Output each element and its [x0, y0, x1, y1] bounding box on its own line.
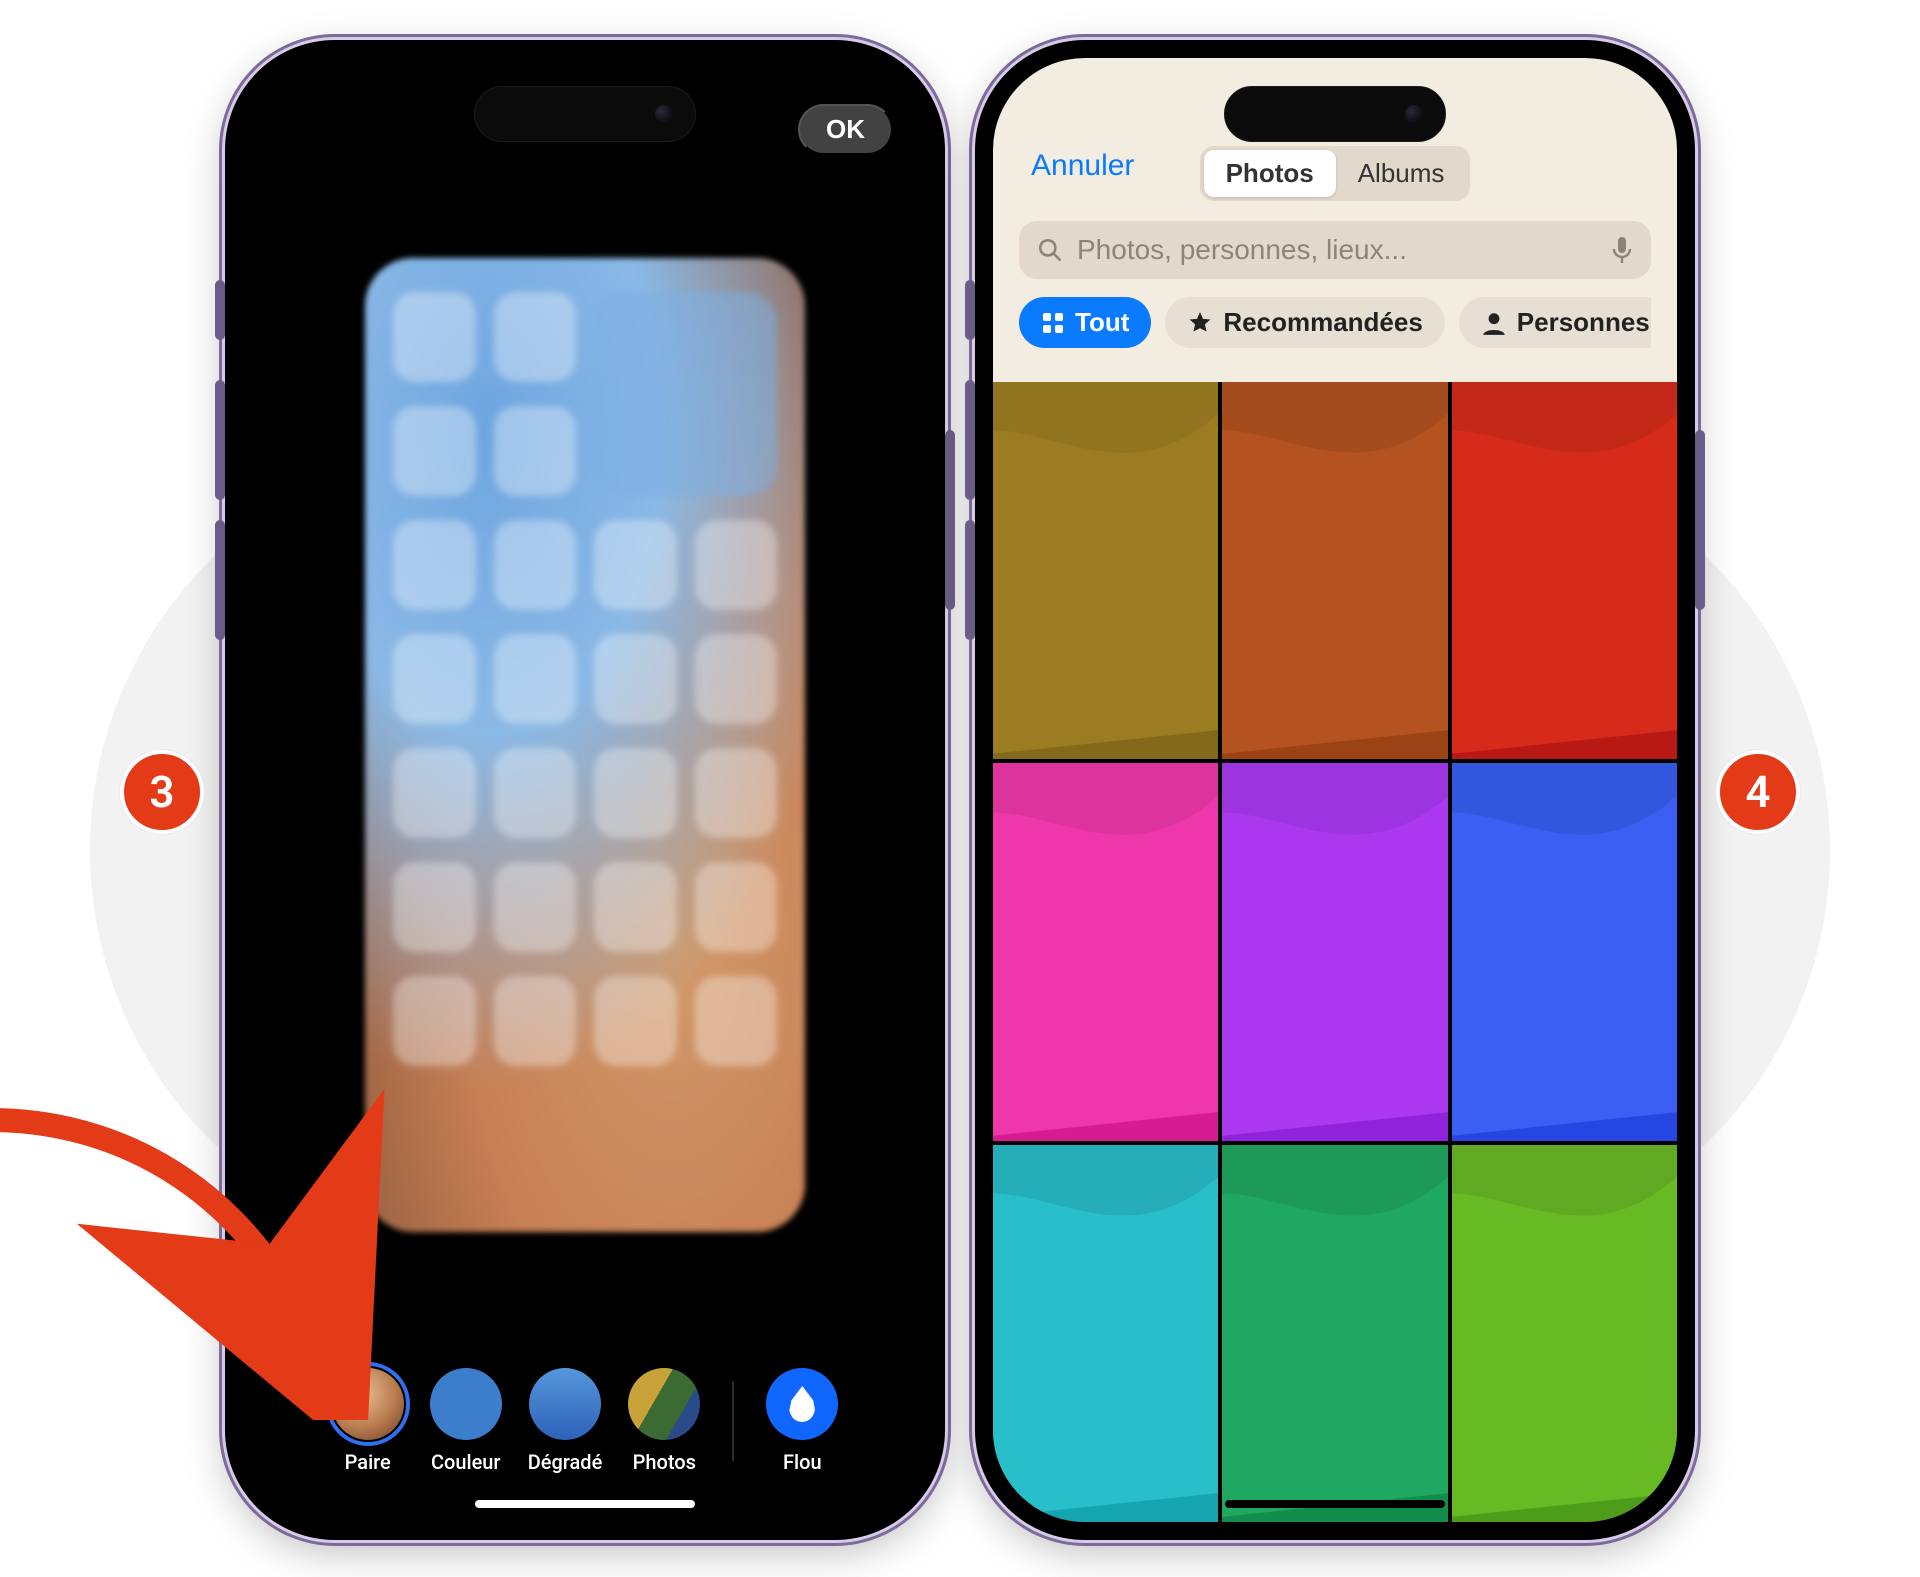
couleur-swatch-icon [430, 1368, 502, 1440]
dictation-icon[interactable] [1611, 235, 1633, 265]
segment-photos[interactable]: Photos [1204, 150, 1336, 197]
grid-icon [1041, 311, 1065, 335]
star-icon [1187, 310, 1213, 336]
home-screen-grid [393, 292, 777, 1198]
person-icon [1481, 310, 1507, 336]
search-icon [1037, 237, 1063, 263]
option-flou[interactable]: Flou [766, 1368, 838, 1474]
photo-thumbnail[interactable] [993, 763, 1218, 1140]
chip-label: Recommandées [1223, 307, 1422, 338]
wallpaper-preview[interactable] [365, 258, 805, 1232]
option-photos[interactable]: Photos [628, 1368, 700, 1474]
cancel-button[interactable]: Annuler [1025, 148, 1140, 184]
chip-label: Tout [1075, 307, 1129, 338]
photo-grid [993, 382, 1677, 1522]
chip-label: Personnes [1517, 307, 1650, 338]
photo-thumbnail[interactable] [1452, 382, 1677, 759]
photo-thumbnail[interactable] [1222, 382, 1447, 759]
option-label: Paire [345, 1450, 391, 1474]
photo-thumbnail[interactable] [1452, 763, 1677, 1140]
options-separator [732, 1381, 734, 1461]
home-indicator[interactable] [475, 1500, 695, 1508]
segmented-control: Photos Albums [1200, 146, 1471, 201]
option-label: Photos [633, 1450, 696, 1474]
step-badge-4: 4 [1716, 750, 1800, 834]
home-indicator[interactable] [1225, 1500, 1445, 1508]
photos-swatch-icon [628, 1368, 700, 1440]
ok-button[interactable]: OK [798, 104, 893, 155]
option-degrade[interactable]: Dégradé [528, 1368, 603, 1474]
search-field[interactable] [1019, 221, 1651, 279]
dynamic-island [1224, 86, 1446, 142]
option-couleur[interactable]: Couleur [430, 1368, 502, 1474]
photo-thumbnail[interactable] [1222, 763, 1447, 1140]
option-label: Flou [783, 1450, 822, 1474]
wallpaper-style-options: Paire Couleur Dégradé Photos [243, 1368, 927, 1474]
option-label: Dégradé [528, 1450, 603, 1474]
photo-picker-sheet: Annuler Photos Albums [993, 58, 1677, 1522]
chip-recommended[interactable]: Recommandées [1165, 297, 1444, 348]
degrade-swatch-icon [529, 1368, 601, 1440]
search-input[interactable] [1075, 233, 1599, 267]
photo-thumbnail[interactable] [1452, 1145, 1677, 1522]
filter-chips: Tout Recommandées [1019, 297, 1651, 348]
photo-thumbnail[interactable] [993, 1145, 1218, 1522]
photo-thumbnail[interactable] [993, 382, 1218, 759]
option-label: Couleur [431, 1450, 501, 1474]
chip-people[interactable]: Personnes [1459, 297, 1651, 348]
option-paire[interactable]: Paire [332, 1368, 404, 1474]
dynamic-island [474, 86, 696, 142]
droplet-icon [789, 1386, 815, 1422]
step-badge-3: 3 [120, 750, 204, 834]
blur-toggle-icon [766, 1368, 838, 1440]
paire-swatch-icon [332, 1368, 404, 1440]
phone-left: OK Paire [225, 40, 945, 1540]
phone-right: Annuler Photos Albums [975, 40, 1695, 1540]
chip-all[interactable]: Tout [1019, 297, 1151, 348]
photo-thumbnail[interactable] [1222, 1145, 1447, 1522]
segment-albums[interactable]: Albums [1336, 150, 1467, 197]
